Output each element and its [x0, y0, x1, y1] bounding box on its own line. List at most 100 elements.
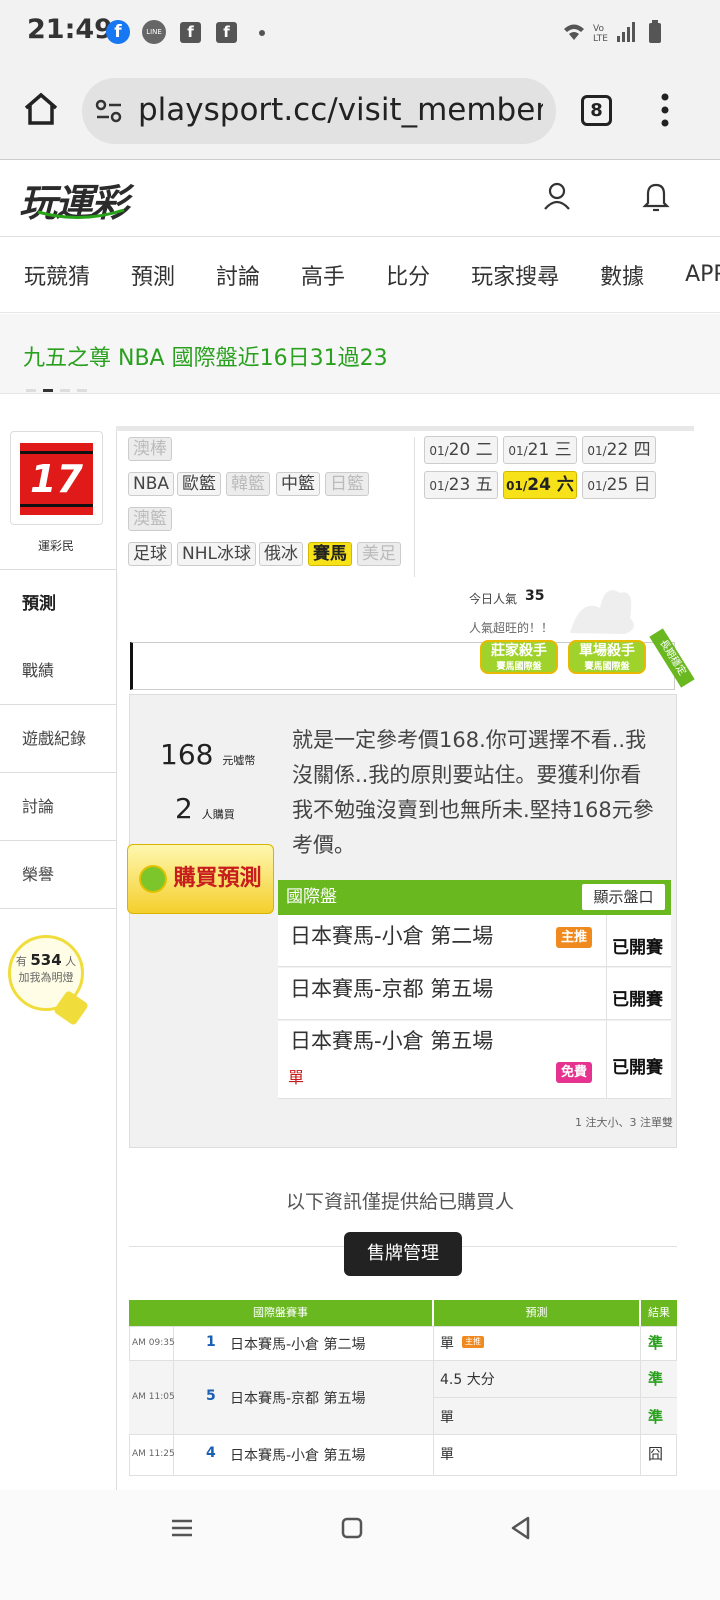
nav-item[interactable]: 預測 — [131, 259, 175, 291]
buy-prediction-button[interactable]: 購買預測 — [127, 844, 274, 914]
sport-chip-selected[interactable]: 賽馬 — [308, 542, 352, 566]
nav-item[interactable]: 討論 — [216, 259, 260, 291]
table-row-game: 日本賽馬-小倉 第二場 — [230, 1337, 366, 1353]
url-text[interactable]: playsport.cc/visit_member.php — [138, 92, 543, 128]
system-nav-bar — [0, 1490, 720, 1600]
logo-swoosh — [37, 208, 125, 219]
sidebar-item-record[interactable]: 戰績 — [0, 637, 116, 705]
game-status: 已開賽 — [612, 1058, 663, 1078]
more-menu-icon[interactable] — [659, 92, 671, 128]
price: 168 元噓幣 — [160, 738, 256, 771]
status-time: 21:49 — [27, 14, 113, 45]
sport-chip[interactable]: 日籃 — [325, 472, 369, 496]
facebook-page-icon: f — [216, 22, 237, 43]
row-divider — [129, 1360, 677, 1361]
popularity-count: 35 — [525, 588, 545, 604]
sport-chip[interactable]: 俄冰 — [259, 542, 303, 566]
sport-chip[interactable]: 澳籃 — [128, 507, 172, 531]
more-notifications-dot-icon — [259, 30, 265, 36]
carousel-dot-active[interactable] — [43, 389, 53, 392]
results-table: 國際盤賽事 預測 結果 AM 09:35 1 日本賽馬-小倉 第二場 單 主推 … — [129, 1300, 677, 1480]
svg-text:LTE: LTE — [593, 34, 608, 44]
sport-chip[interactable]: 中籃 — [276, 472, 320, 496]
sport-chip[interactable]: 歐籃 — [177, 472, 221, 496]
game-pick: 單 — [288, 1068, 305, 1087]
table-row-result: 準 — [648, 1370, 664, 1388]
row-divider — [129, 1434, 677, 1435]
show-odds-button[interactable]: 顯示盤口 — [582, 884, 665, 910]
table-row-pick: 4.5 大分 — [440, 1372, 495, 1388]
sport-chip[interactable]: 美足 — [357, 542, 401, 566]
results-header-pick: 預測 — [434, 1300, 639, 1326]
date-tab[interactable]: 01/23 五 — [424, 471, 498, 499]
facebook-page-icon: f — [180, 22, 201, 43]
sales-management-button[interactable]: 售牌管理 — [344, 1232, 462, 1276]
sport-chip[interactable]: 足球 — [128, 542, 172, 566]
nav-item[interactable]: 數據 — [600, 259, 644, 291]
carousel-dot[interactable] — [77, 389, 87, 392]
main-pick-tag: 主推 — [556, 927, 592, 948]
avatar[interactable]: 17 — [20, 443, 93, 515]
game-status: 已開賽 — [612, 938, 663, 958]
badge-banker-killer: 莊家殺手 賽馬國際盤 — [480, 640, 558, 674]
table-row-time: AM 09:35 — [132, 1338, 175, 1348]
user-icon[interactable] — [543, 181, 571, 211]
sport-chip[interactable]: 韓籃 — [226, 472, 270, 496]
main-nav: 玩競猜 預測 討論 高手 比分 玩家搜尋 數據 APP — [0, 237, 720, 313]
table-row-game: 日本賽馬-小倉 第五場 — [230, 1448, 366, 1464]
nav-item[interactable]: 高手 — [301, 259, 345, 291]
prediction-description: 就是一定參考價168.你可選擇不看..我沒關係..我的原則要站住。要獲利你看我不… — [292, 728, 654, 857]
row-divider — [434, 1397, 677, 1398]
game-status: 已開賽 — [612, 990, 663, 1010]
game-name: 日本賽馬-小倉 第二場 — [290, 924, 494, 948]
sidebar-item-discussion[interactable]: 討論 — [0, 773, 116, 841]
sport-chip[interactable]: 澳棒 — [128, 437, 172, 461]
popularity-label: 今日人氣 — [469, 592, 518, 606]
date-tab[interactable]: 01/20 二 — [424, 436, 498, 464]
column-divider — [606, 915, 607, 1099]
table-row-number: 1 — [206, 1334, 216, 1350]
sport-chip[interactable]: NBA — [128, 472, 175, 496]
recent-apps-icon[interactable] — [170, 1518, 194, 1538]
table-row-result: 準 — [648, 1334, 664, 1352]
tab-switcher-button[interactable]: 8 — [581, 95, 612, 126]
date-tab[interactable]: 01/25 日 — [582, 471, 656, 499]
nav-item[interactable]: 玩競猜 — [24, 259, 90, 291]
home-button-icon[interactable] — [341, 1517, 363, 1539]
nav-item[interactable]: 比分 — [386, 259, 430, 291]
table-row-result: 囧 — [648, 1445, 664, 1463]
popularity-decoration-icon — [570, 590, 634, 634]
date-tab-selected[interactable]: 01/24 六 — [503, 471, 577, 499]
sport-chip[interactable]: NHL冰球 — [177, 542, 256, 566]
table-row-pick: 單 — [440, 1447, 454, 1463]
banner-link[interactable]: 九五之尊 NBA 國際盤近16日31過23 — [23, 340, 388, 372]
free-tag: 免費 — [556, 1062, 592, 1083]
table-row-pick: 單 — [440, 1410, 454, 1426]
svg-text:Vo: Vo — [593, 24, 604, 34]
column-divider — [640, 1326, 641, 1476]
table-row-game: 日本賽馬-京都 第五場 — [230, 1391, 366, 1407]
carousel-dot[interactable] — [26, 389, 36, 392]
date-tab[interactable]: 01/22 四 — [582, 436, 656, 464]
sidebar-item-game-log[interactable]: 遊戲紀錄 — [0, 705, 116, 773]
facebook-icon: f — [106, 20, 130, 44]
sidebar-item-honor[interactable]: 榮譽 — [0, 841, 116, 909]
popularity-sub: 人氣超旺的！！ — [469, 621, 554, 635]
nav-item[interactable]: APP — [685, 262, 720, 287]
site-settings-icon[interactable] — [95, 98, 123, 124]
date-tab[interactable]: 01/21 三 — [503, 436, 577, 464]
panel-top-border — [116, 426, 694, 431]
buyer-info-text: 以下資訊僅提供給已購買人 — [285, 1191, 514, 1213]
bell-icon[interactable] — [642, 181, 670, 213]
nav-item[interactable]: 玩家搜尋 — [471, 259, 559, 291]
home-icon[interactable] — [22, 91, 60, 127]
system-status-icons: Vo LTE — [564, 20, 661, 44]
table-row-number: 4 — [206, 1445, 216, 1461]
badge-single-killer: 單場殺手 賽馬國際盤 — [568, 640, 646, 674]
table-row-number: 5 — [206, 1388, 216, 1404]
sidebar-item-prediction[interactable]: 預測 — [0, 569, 116, 637]
back-icon[interactable] — [509, 1516, 531, 1540]
username: 運彩民 — [37, 539, 74, 553]
table-row-time: AM 11:05 — [132, 1392, 175, 1402]
carousel-dot[interactable] — [60, 389, 70, 392]
